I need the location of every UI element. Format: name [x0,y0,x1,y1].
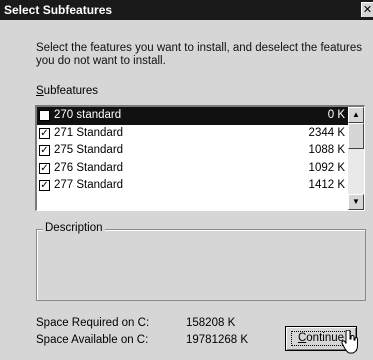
arrow-down-icon: ▼ [352,197,360,206]
feature-size: 1412 K [308,179,345,191]
check-icon: ✓ [40,127,49,139]
list-item[interactable]: ✓ 277 Standard 1412 K [37,177,348,195]
scroll-down-button[interactable]: ▼ [348,194,364,210]
feature-size: 1088 K [308,144,345,156]
space-required-value: 158208 K [186,317,236,329]
feature-name: 271 Standard [54,126,124,139]
instructions-text: Select the features you want to install,… [36,42,363,67]
window-title: Select Subfeatures [4,3,113,17]
mouse-pointer-icon [341,330,358,354]
subfeatures-label-mnemonic: S [36,85,44,97]
description-label: Description [43,222,105,234]
arrow-up-icon: ▲ [352,110,360,119]
feature-name: 275 Standard [54,144,124,156]
space-available-label: Space Available on C: [36,334,149,346]
feature-checkbox[interactable]: ✓ [39,162,50,174]
feature-checkbox[interactable]: ✓ [39,145,50,156]
list-item[interactable]: ✓ 275 Standard 1088 K [37,142,348,160]
subfeatures-rows: 270 standard 0 K ✓ 271 Standard 2344 K ✓ 275 S… [37,107,348,195]
subfeatures-listbox[interactable]: 270 standard 0 K ✓ 271 Standard 2344 K ✓ 275 S… [35,105,365,211]
check-icon: ✓ [40,180,49,191]
list-item[interactable]: 270 standard 0 K [37,107,348,125]
subfeatures-label-rest: ubfeatures [43,85,99,97]
check-icon: ✓ [40,162,49,174]
feature-name: 276 Standard [54,161,124,174]
feature-name: 270 standard [54,109,122,121]
title-bar[interactable]: Select Subfeatures ✕ [0,0,373,20]
feature-size: 1092 K [308,161,345,174]
check-icon: ✓ [40,145,49,156]
continue-label-rest: ontinue [306,332,345,344]
subfeatures-label: Subfeatures [36,85,98,97]
close-icon: ✕ [362,4,373,16]
list-item[interactable]: ✓ 271 Standard 2344 K [37,125,348,143]
space-required-label: Space Required on C: [36,317,150,329]
close-button[interactable]: ✕ [361,2,373,17]
feature-size: 0 K [327,109,345,121]
feature-checkbox[interactable] [39,110,50,121]
scroll-up-button[interactable]: ▲ [348,107,364,123]
feature-name: 277 Standard [54,179,124,191]
feature-checkbox[interactable]: ✓ [39,180,50,191]
scroll-thumb[interactable] [348,123,364,149]
feature-size: 2344 K [308,126,345,139]
space-available-value: 19781268 K [186,334,249,346]
feature-checkbox[interactable]: ✓ [39,127,50,139]
list-item[interactable]: ✓ 276 Standard 1092 K [37,160,348,178]
description-groupbox: Description [36,222,366,301]
select-subfeatures-dialog: Select Subfeatures ✕ Select the features… [0,0,373,360]
vertical-scrollbar[interactable]: ▲ ▼ [348,107,364,210]
